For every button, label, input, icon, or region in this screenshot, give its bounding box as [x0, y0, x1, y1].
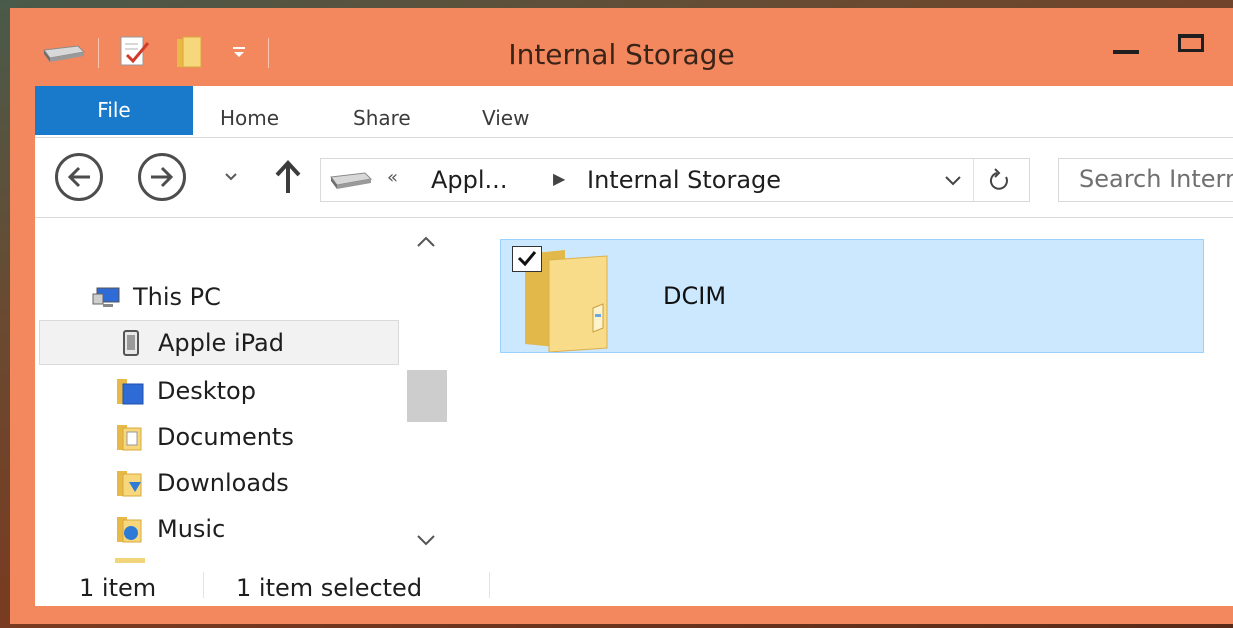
nav-pane-scrollbar[interactable] [403, 218, 448, 563]
checkmark-icon [517, 251, 537, 267]
search-box[interactable] [1058, 158, 1233, 202]
folder-item-dcim[interactable]: DCIM [500, 239, 1204, 353]
nav-item-music[interactable]: Music [115, 506, 225, 552]
ribbon-tabs: File Home Share View [35, 86, 1233, 138]
status-separator [203, 572, 204, 598]
maximize-icon [1178, 34, 1204, 52]
status-bar: 1 item 1 item selected [35, 564, 1233, 606]
tab-home[interactable]: Home [220, 106, 279, 130]
address-divider [973, 159, 974, 201]
status-separator [489, 572, 490, 598]
nav-item-label: This PC [133, 283, 221, 311]
address-dropdown-button[interactable] [943, 167, 963, 193]
scroll-thumb[interactable] [407, 370, 447, 422]
navigation-bar: « Appl... ▶ Internal Storage [35, 137, 1233, 218]
breadcrumb-separator-icon[interactable]: ▶ [553, 169, 565, 188]
chevron-down-icon [945, 176, 961, 186]
drive-icon [330, 172, 373, 189]
nav-item-apple-ipad[interactable]: Apple iPad [39, 320, 399, 365]
computer-icon [91, 282, 121, 312]
tab-file[interactable]: File [35, 86, 193, 135]
ipad-icon [116, 328, 146, 358]
nav-item-label: Downloads [157, 469, 289, 497]
item-checkbox[interactable] [512, 246, 542, 272]
recent-locations-icon [225, 173, 237, 181]
documents-folder-icon [115, 422, 145, 452]
nav-item-label: Apple iPad [158, 328, 284, 357]
status-item-count: 1 item [79, 574, 157, 602]
nav-item-label: Desktop [157, 377, 256, 405]
title-bar: Internal Storage [10, 8, 1233, 86]
search-input[interactable] [1059, 159, 1233, 199]
breadcrumb-apple-ipad[interactable]: Appl... [431, 166, 507, 194]
forward-button[interactable] [138, 153, 186, 201]
folder-name: DCIM [663, 282, 727, 310]
nav-item-partial[interactable] [115, 558, 145, 563]
nav-item-documents[interactable]: Documents [115, 414, 294, 460]
status-selected-count: 1 item selected [236, 574, 423, 602]
back-arrow-icon [67, 166, 90, 188]
breadcrumb-internal-storage[interactable]: Internal Storage [587, 166, 781, 194]
navigation-pane: This PC Apple iPad Desktop Documents Dow… [35, 218, 458, 563]
scroll-up-button[interactable] [415, 232, 437, 252]
nav-item-downloads[interactable]: Downloads [115, 460, 289, 506]
minimize-icon [1113, 50, 1139, 54]
nav-item-desktop[interactable]: Desktop [115, 368, 256, 414]
address-bar[interactable]: « Appl... ▶ Internal Storage [320, 158, 1030, 202]
chevron-up-icon [417, 236, 435, 247]
explorer-window: Internal Storage File Home Share View « … [10, 8, 1233, 624]
recent-locations-button[interactable] [221, 167, 241, 187]
file-list: DCIM [459, 218, 1233, 563]
back-button[interactable] [55, 153, 103, 201]
up-button[interactable] [273, 159, 303, 195]
scroll-down-button[interactable] [415, 530, 437, 550]
tab-view[interactable]: View [482, 106, 529, 130]
minimize-button[interactable] [1107, 32, 1143, 62]
chevron-down-icon [417, 535, 435, 546]
refresh-icon [990, 168, 1008, 190]
window-client-area: File Home Share View « Appl... ▶ Interna… [35, 86, 1233, 606]
nav-item-label: Documents [157, 423, 294, 451]
refresh-button[interactable] [985, 167, 1015, 195]
nav-item-this-pc[interactable]: This PC [91, 274, 221, 320]
desktop-folder-icon [115, 376, 145, 406]
tab-share[interactable]: Share [353, 106, 411, 130]
window-title: Internal Storage [508, 38, 735, 71]
up-arrow-icon [275, 160, 301, 193]
music-folder-icon [115, 514, 145, 544]
nav-item-label: Music [157, 515, 226, 543]
forward-arrow-icon [151, 166, 174, 188]
downloads-folder-icon [115, 468, 145, 498]
address-overflow-icon[interactable]: « [387, 167, 398, 188]
maximize-button[interactable] [1174, 28, 1214, 62]
